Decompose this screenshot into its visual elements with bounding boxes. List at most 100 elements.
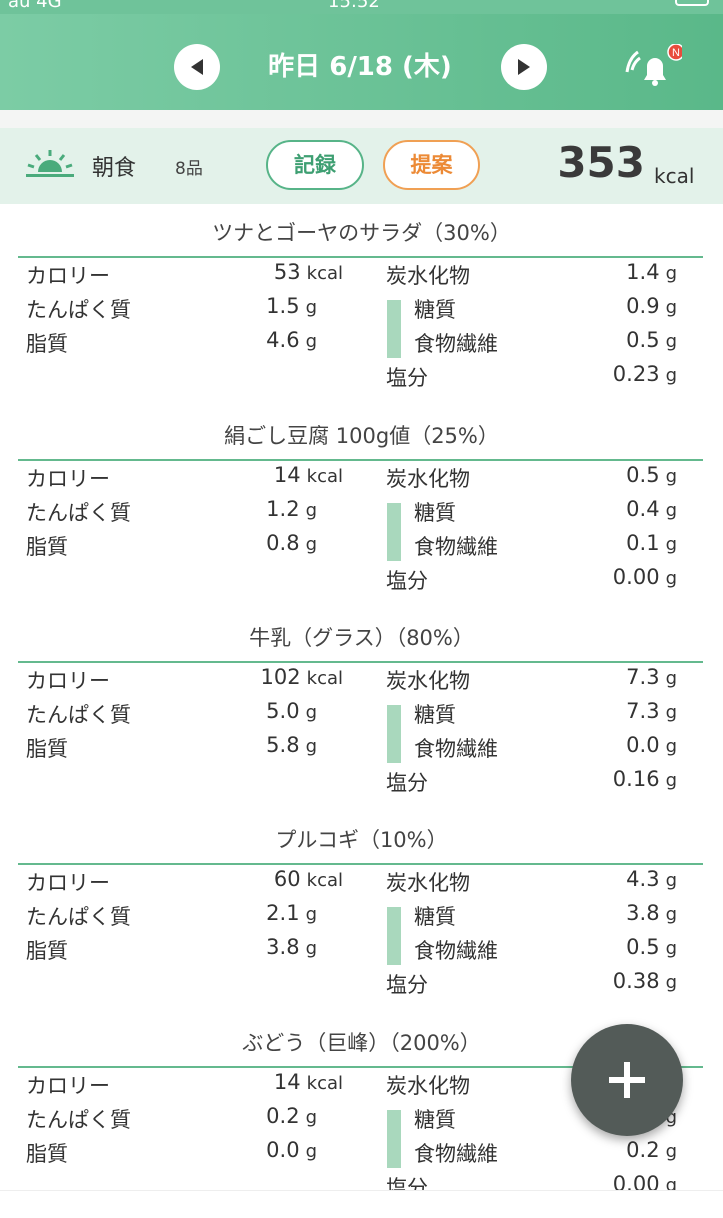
food-title: ツナとゴーヤのサラダ（30%） bbox=[212, 221, 511, 245]
chevron-right-icon bbox=[518, 59, 530, 75]
fat-value: 5.8 g bbox=[266, 733, 317, 757]
protein-label: たんぱく質 bbox=[26, 905, 131, 929]
divider bbox=[0, 110, 723, 128]
battery-icon bbox=[675, 0, 709, 6]
fat-label: 脂質 bbox=[26, 535, 68, 559]
food-divider bbox=[18, 459, 703, 461]
fat-value: 0.8 g bbox=[266, 531, 317, 555]
sugar-label: 糖質 bbox=[414, 501, 456, 525]
carb-breakdown-bar bbox=[387, 705, 401, 763]
protein-label: たんぱく質 bbox=[26, 501, 131, 525]
salt-label: 塩分 bbox=[386, 771, 428, 795]
fat-value: 0.0 g bbox=[266, 1138, 317, 1162]
food-title: 絹ごし豆腐 100g値（25%） bbox=[224, 424, 499, 448]
fiber-label: 食物繊維 bbox=[414, 332, 498, 356]
sunrise-icon bbox=[26, 150, 74, 177]
salt-label: 塩分 bbox=[386, 973, 428, 997]
protein-value: 1.5 g bbox=[266, 294, 317, 318]
carb-breakdown-bar bbox=[387, 907, 401, 965]
food-divider bbox=[18, 661, 703, 663]
food-divider bbox=[18, 863, 703, 865]
salt-value: 0.16 g bbox=[612, 767, 677, 791]
calorie-label: カロリー bbox=[26, 467, 110, 491]
meal-kcal-unit: kcal bbox=[654, 164, 695, 188]
meal-kcal: 353 bbox=[557, 138, 645, 187]
sugar-value: 0.9 g bbox=[626, 294, 677, 318]
protein-value: 5.0 g bbox=[266, 699, 317, 723]
calorie-label: カロリー bbox=[26, 264, 110, 288]
chevron-left-icon bbox=[191, 59, 203, 75]
carb-value: 0.5 g bbox=[626, 463, 677, 487]
protein-value: 0.2 g bbox=[266, 1104, 317, 1128]
sugar-value: 7.3 g bbox=[626, 699, 677, 723]
bell-icon: N bbox=[625, 43, 685, 86]
fiber-label: 食物繊維 bbox=[414, 535, 498, 559]
fat-label: 脂質 bbox=[26, 332, 68, 356]
fiber-value: 0.5 g bbox=[626, 935, 677, 959]
add-food-button[interactable] bbox=[571, 1024, 683, 1136]
food-divider bbox=[18, 256, 703, 258]
sugar-label: 糖質 bbox=[414, 298, 456, 322]
fat-value: 3.8 g bbox=[266, 935, 317, 959]
protein-label: たんぱく質 bbox=[26, 703, 131, 727]
calorie-value: 53 kcal bbox=[273, 260, 343, 284]
protein-value: 1.2 g bbox=[266, 497, 317, 521]
status-bar: au 4G 15:52 bbox=[0, 0, 723, 14]
fat-label: 脂質 bbox=[26, 939, 68, 963]
carb-breakdown-bar bbox=[387, 1110, 401, 1168]
fat-value: 4.6 g bbox=[266, 328, 317, 352]
app-header: 昨日 6/18 (木) N bbox=[0, 14, 723, 110]
salt-label: 塩分 bbox=[386, 366, 428, 390]
fat-label: 脂質 bbox=[26, 1142, 68, 1166]
calorie-label: カロリー bbox=[26, 669, 110, 693]
food-title: プルコギ（10%） bbox=[275, 828, 448, 852]
fiber-value: 0.0 g bbox=[626, 733, 677, 757]
meal-name: 朝食 bbox=[92, 156, 137, 181]
carb-label: 炭水化物 bbox=[386, 871, 470, 895]
record-button[interactable]: 記録 bbox=[266, 140, 364, 190]
carb-label: 炭水化物 bbox=[386, 1074, 470, 1098]
suggest-button[interactable]: 提案 bbox=[383, 140, 480, 190]
food-item[interactable]: プルコギ（10%） カロリー たんぱく質 脂質 60 kcal 2.1 g 3.8 g… bbox=[0, 813, 723, 1015]
notification-button[interactable]: N bbox=[622, 43, 685, 94]
fiber-value: 0.5 g bbox=[626, 328, 677, 352]
tab-bar bbox=[0, 1190, 723, 1201]
salt-value: 0.38 g bbox=[612, 969, 677, 993]
sugar-label: 糖質 bbox=[414, 1108, 456, 1132]
notify-badge: N bbox=[672, 47, 680, 59]
food-title: 牛乳（グラス）（80%） bbox=[249, 626, 474, 650]
fiber-label: 食物繊維 bbox=[414, 1142, 498, 1166]
fiber-value: 0.2 g bbox=[626, 1138, 677, 1162]
fat-label: 脂質 bbox=[26, 737, 68, 761]
next-day-button[interactable] bbox=[501, 44, 547, 90]
carb-value: 1.4 g bbox=[626, 260, 677, 284]
food-item[interactable]: 牛乳（グラス）（80%） カロリー たんぱく質 脂質 102 kcal 5.0 g … bbox=[0, 611, 723, 813]
carb-breakdown-bar bbox=[387, 503, 401, 561]
calorie-label: カロリー bbox=[26, 871, 110, 895]
food-item[interactable]: 絹ごし豆腐 100g値（25%） カロリー たんぱく質 脂質 14 kcal 1.… bbox=[0, 409, 723, 611]
carrier-label: au 4G bbox=[8, 0, 62, 12]
fiber-label: 食物繊維 bbox=[414, 737, 498, 761]
protein-label: たんぱく質 bbox=[26, 1108, 131, 1132]
carb-breakdown-bar bbox=[387, 300, 401, 358]
sugar-label: 糖質 bbox=[414, 905, 456, 929]
calorie-value: 14 kcal bbox=[273, 1070, 343, 1094]
clock: 15:52 bbox=[328, 0, 380, 12]
meal-summary-bar: 朝食 8品 記録 提案 353 kcal bbox=[0, 128, 723, 204]
salt-value: 0.00 g bbox=[612, 565, 677, 589]
prev-day-button[interactable] bbox=[174, 44, 220, 90]
sugar-value: 3.8 g bbox=[626, 901, 677, 925]
fiber-label: 食物繊維 bbox=[414, 939, 498, 963]
salt-label: 塩分 bbox=[386, 569, 428, 593]
carb-label: 炭水化物 bbox=[386, 467, 470, 491]
sugar-value: 0.4 g bbox=[626, 497, 677, 521]
fiber-value: 0.1 g bbox=[626, 531, 677, 555]
food-item[interactable]: ツナとゴーヤのサラダ（30%） カロリー たんぱく質 脂質 53 kcal 1.5… bbox=[0, 206, 723, 408]
carb-value: 7.3 g bbox=[626, 665, 677, 689]
calorie-value: 60 kcal bbox=[273, 867, 343, 891]
calorie-value: 14 kcal bbox=[273, 463, 343, 487]
date-title: 昨日 6/18 (木) bbox=[268, 52, 452, 82]
calorie-label: カロリー bbox=[26, 1074, 110, 1098]
salt-value: 0.23 g bbox=[612, 362, 677, 386]
carb-label: 炭水化物 bbox=[386, 669, 470, 693]
